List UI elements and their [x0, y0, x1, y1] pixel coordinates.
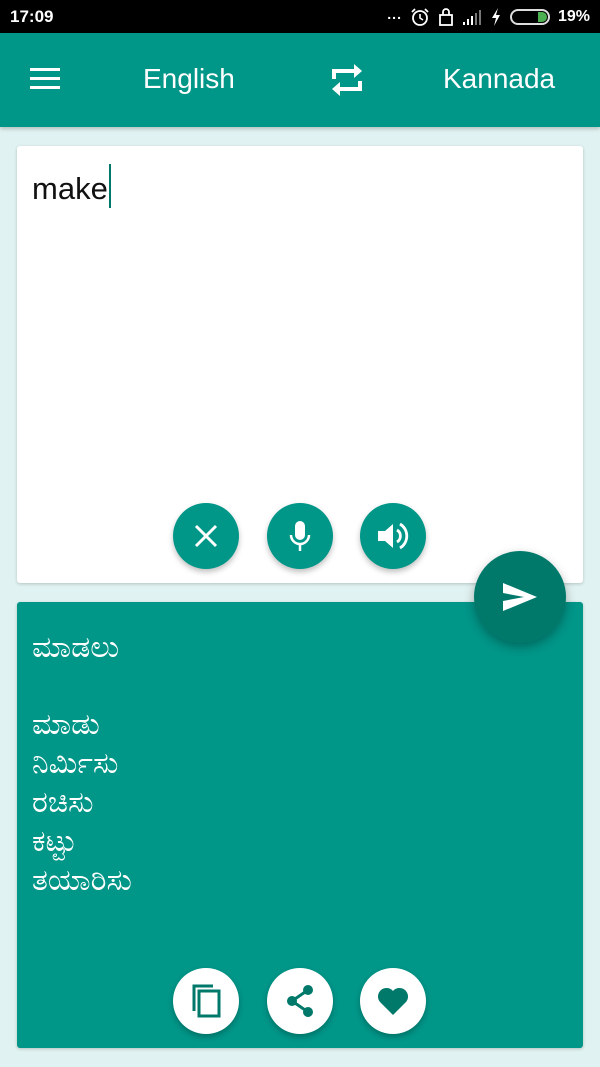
output-card: ಮಾಡಲು ಮಾಡು ನಿರ್ಮಿಸು ರಚಿಸು ಕಟ್ಟು ತಯಾರಿಸು [17, 602, 583, 1048]
microphone-icon [289, 521, 311, 551]
heart-icon [377, 987, 409, 1015]
more-notifications-icon: ... [387, 6, 402, 22]
speaker-button[interactable] [360, 503, 426, 569]
alarm-icon [411, 8, 429, 26]
battery-icon [509, 9, 550, 25]
status-time: 17:09 [10, 7, 54, 26]
translation-output: ಮಾಡಲು ಮಾಡು ನಿರ್ಮಿಸು ರಚಿಸು ಕಟ್ಟು ತಯಾರಿಸು [32, 630, 132, 900]
translate-button[interactable] [474, 551, 566, 643]
source-text-input[interactable]: make [32, 164, 111, 208]
input-card: make [17, 146, 583, 583]
swap-languages-icon[interactable] [328, 61, 366, 99]
send-icon [503, 583, 537, 611]
alternative-translation: ಮಾಡು [32, 707, 100, 742]
text-caret [108, 164, 111, 208]
signal-icon [462, 10, 481, 25]
speaker-icon [378, 522, 409, 550]
alternative-translation: ಕಟ್ಟು [32, 824, 77, 859]
share-button[interactable] [267, 968, 333, 1034]
alternative-translation: ನಿರ್ಮಿಸು [32, 746, 119, 781]
hamburger-menu-icon[interactable] [28, 66, 64, 94]
microphone-button[interactable] [267, 503, 333, 569]
alternative-translation: ರಚಿಸು [32, 785, 94, 820]
app-bar: English Kannada [0, 33, 600, 127]
copy-icon [192, 984, 221, 1018]
main-translation: ಮಾಡಲು [32, 630, 120, 665]
alternative-translation: ತಯಾರಿಸು [32, 863, 132, 898]
target-language-button[interactable]: Kannada [443, 63, 555, 95]
status-icons: ... 19% [387, 6, 590, 28]
favorite-button[interactable] [360, 968, 426, 1034]
share-icon [287, 985, 313, 1017]
clear-icon [194, 524, 218, 548]
status-bar: 17:09 ... 19% [0, 0, 600, 33]
battery-percent: 19% [557, 8, 590, 25]
source-language-button[interactable]: English [143, 63, 235, 95]
clear-button[interactable] [173, 503, 239, 569]
charging-icon [491, 8, 500, 26]
lock-icon [439, 8, 453, 26]
copy-button[interactable] [173, 968, 239, 1034]
